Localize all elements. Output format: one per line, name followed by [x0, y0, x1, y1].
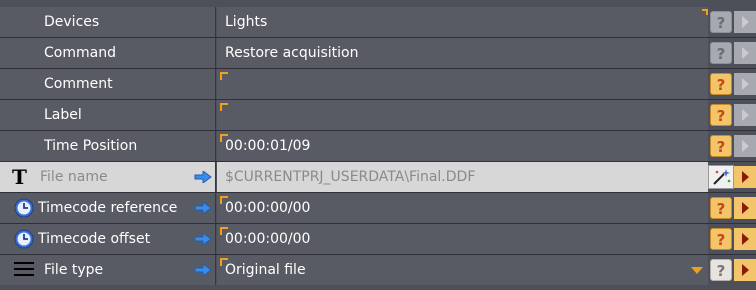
property-value: $CURRENTPRJ_USERDATA\Final.DDF	[225, 169, 476, 185]
property-value-cell[interactable]: 00:00:00/00	[217, 224, 708, 254]
property-value: 00:00:00/00	[225, 231, 311, 247]
help-button[interactable]: ?	[710, 42, 732, 64]
help-button[interactable]: ?	[710, 228, 732, 250]
clock-icon	[14, 229, 34, 249]
property-label: Label	[44, 107, 82, 123]
right-arrow-icon[interactable]	[194, 171, 212, 183]
property-label: Comment	[44, 76, 113, 92]
expand-arrow-button[interactable]	[734, 42, 756, 64]
property-label: File type	[44, 262, 104, 278]
property-row-file-name[interactable]: T File name $CURRENTPRJ_USERDATA\Final.D…	[0, 162, 756, 193]
property-value-dropdown[interactable]: Original file	[217, 255, 708, 285]
editable-marker	[220, 103, 228, 111]
expand-arrow-button[interactable]	[734, 104, 756, 126]
property-label: Devices	[44, 14, 100, 30]
property-label-cell: T File name	[0, 162, 216, 192]
property-label: Command	[44, 45, 116, 61]
property-label: Timecode reference	[38, 200, 178, 216]
help-button[interactable]: ?	[710, 135, 732, 157]
play-arrow-icon	[742, 171, 749, 183]
play-arrow-icon	[742, 78, 749, 90]
property-row-time-position[interactable]: Time Position 00:00:01/09 ?	[0, 131, 756, 162]
right-arrow-icon[interactable]	[194, 202, 212, 214]
property-label-cell: Comment	[0, 69, 216, 99]
play-arrow-icon	[742, 47, 749, 59]
property-label-cell: Label	[0, 100, 216, 130]
expand-arrow-button[interactable]	[734, 197, 756, 219]
chevron-down-icon[interactable]	[691, 267, 703, 274]
expand-arrow-button[interactable]	[734, 11, 756, 33]
property-value-cell[interactable]	[217, 100, 708, 130]
list-icon	[14, 262, 34, 276]
property-label: Timecode offset	[38, 231, 151, 247]
property-row-file-type[interactable]: File type Original file ?	[0, 255, 756, 286]
property-row-devices[interactable]: Devices Lights ?	[0, 7, 756, 38]
expand-arrow-button[interactable]	[734, 228, 756, 250]
magic-wand-button[interactable]	[708, 165, 734, 189]
play-arrow-icon	[742, 140, 749, 152]
property-row-timecode-offset[interactable]: Timecode offset 00:00:00/00 ?	[0, 224, 756, 255]
property-label-cell: Timecode reference	[0, 193, 216, 223]
property-row-label[interactable]: Label ?	[0, 100, 756, 131]
property-grid: Devices Lights ? Command Restore acquisi…	[0, 0, 756, 290]
expand-arrow-button[interactable]	[734, 166, 756, 188]
expand-arrow-button[interactable]	[734, 135, 756, 157]
property-label-cell: Devices	[0, 7, 216, 37]
property-value: 00:00:00/00	[225, 200, 311, 216]
help-button[interactable]: ?	[710, 197, 732, 219]
right-arrow-icon[interactable]	[194, 233, 212, 245]
property-row-command[interactable]: Command Restore acquisition ?	[0, 38, 756, 69]
editable-marker	[220, 72, 228, 80]
property-row-timecode-reference[interactable]: Timecode reference 00:00:00/00 ?	[0, 193, 756, 224]
property-value-cell[interactable]: 00:00:01/09	[217, 131, 708, 161]
property-value-cell[interactable]: 00:00:00/00	[217, 193, 708, 223]
play-arrow-icon	[742, 202, 749, 214]
play-arrow-icon	[742, 264, 749, 276]
corner-marker	[702, 9, 708, 15]
property-value: Lights	[225, 14, 268, 30]
property-value-cell[interactable]: $CURRENTPRJ_USERDATA\Final.DDF	[217, 162, 708, 192]
play-arrow-icon	[742, 109, 749, 121]
help-button[interactable]: ?	[710, 259, 732, 281]
property-value: 00:00:01/09	[225, 138, 311, 154]
property-value: Original file	[225, 262, 306, 278]
right-arrow-icon[interactable]	[194, 264, 212, 276]
expand-arrow-button[interactable]	[734, 73, 756, 95]
property-label-cell: Time Position	[0, 131, 216, 161]
help-button[interactable]: ?	[710, 11, 732, 33]
property-value: Restore acquisition	[225, 45, 359, 61]
property-value-cell[interactable]: Lights	[217, 7, 708, 37]
magic-wand-icon	[713, 169, 731, 185]
expand-arrow-button[interactable]	[734, 259, 756, 281]
property-label-cell: File type	[0, 255, 216, 285]
property-row-comment[interactable]: Comment ?	[0, 69, 756, 100]
play-arrow-icon	[742, 233, 749, 245]
property-label: Time Position	[44, 138, 138, 154]
property-label-cell: Command	[0, 38, 216, 68]
property-label: File name	[40, 169, 108, 185]
property-value-cell[interactable]: Restore acquisition	[217, 38, 708, 68]
help-button[interactable]: ?	[710, 104, 732, 126]
play-arrow-icon	[742, 16, 749, 28]
clock-icon	[14, 198, 34, 218]
text-T-icon: T	[12, 165, 27, 189]
property-value-cell[interactable]	[217, 69, 708, 99]
help-button[interactable]: ?	[710, 73, 732, 95]
property-label-cell: Timecode offset	[0, 224, 216, 254]
